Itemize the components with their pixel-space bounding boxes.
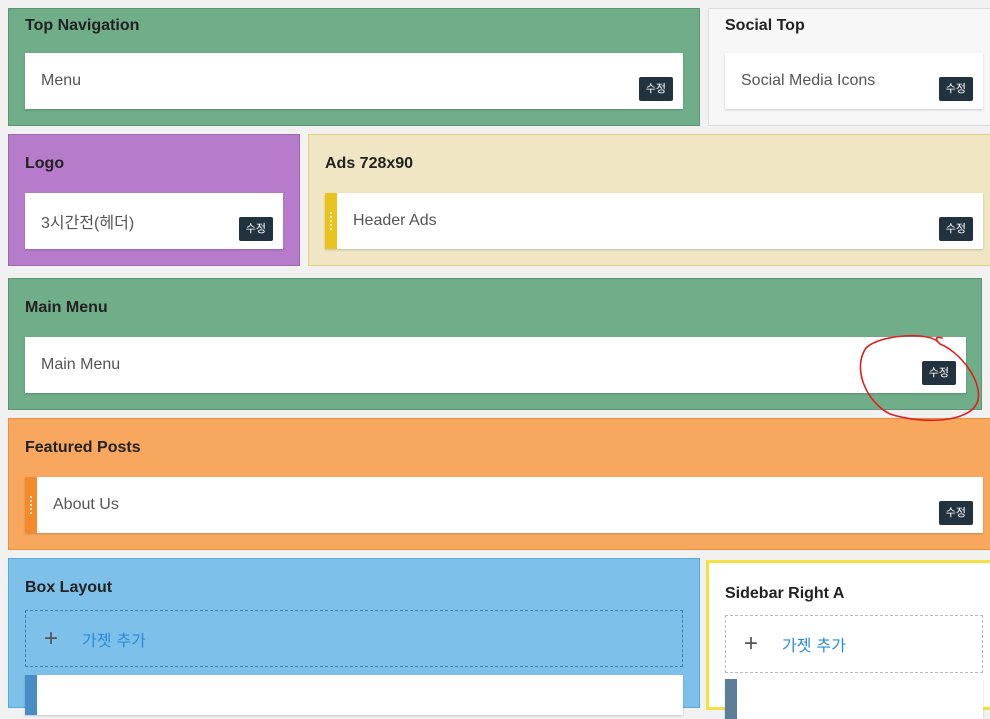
widget-logo-header[interactable]: 3시간전(헤더) 수정 [25, 193, 283, 249]
widget-partial[interactable] [725, 679, 983, 719]
section-title: Box Layout [25, 579, 113, 596]
widget-about-us[interactable]: About Us 수정 [25, 477, 983, 533]
section-title: Logo [25, 155, 65, 172]
edit-button[interactable]: 수정 [938, 217, 973, 241]
section-box-layout: Box Layout + 가젯 추가 [8, 558, 700, 715]
edit-button[interactable]: 수정 [238, 217, 273, 241]
section-top-navigation: Top Navigation Menu 수정 [8, 8, 700, 126]
section-title: Sidebar Right A [725, 585, 845, 602]
section-main-menu: Main Menu Main Menu 수정 [8, 278, 982, 410]
section-featured-posts: Featured Posts About Us 수정 [8, 418, 990, 550]
drag-handle-icon[interactable] [325, 193, 337, 249]
widget-label: Menu [41, 72, 82, 89]
widget-label: Main Menu [41, 356, 121, 373]
widget-label: Header Ads [353, 212, 437, 229]
plus-icon: + [744, 630, 759, 657]
section-ads-728x90: Ads 728x90 Header Ads 수정 [308, 134, 990, 266]
widget-label: 3시간전(헤더) [41, 215, 135, 232]
drag-handle-icon[interactable] [725, 679, 737, 719]
edit-button[interactable]: 수정 [638, 77, 673, 101]
drag-handle-icon[interactable] [25, 675, 37, 715]
widget-label: Social Media Icons [741, 72, 876, 89]
section-title: Ads 728x90 [325, 155, 414, 172]
add-widget-button[interactable]: + 가젯 추가 [25, 610, 683, 667]
section-title: Featured Posts [25, 439, 141, 456]
section-title: Top Navigation [25, 17, 140, 34]
widget-menu[interactable]: Menu 수정 [25, 53, 683, 109]
widget-header-ads[interactable]: Header Ads 수정 [325, 193, 983, 249]
edit-button[interactable]: 수정 [938, 501, 973, 525]
section-logo: Logo 3시간전(헤더) 수정 [8, 134, 300, 266]
widget-label: About Us [53, 496, 119, 513]
plus-icon: + [44, 624, 59, 652]
section-title: Social Top [725, 17, 805, 34]
add-widget-label: 가젯 추가 [82, 630, 146, 650]
widget-partial[interactable] [25, 675, 683, 715]
section-sidebar-right-a: Sidebar Right A + 가젯 추가 [706, 560, 990, 719]
section-title: Main Menu [25, 299, 108, 316]
drag-handle-icon[interactable] [25, 477, 37, 533]
edit-button[interactable]: 수정 [921, 361, 956, 385]
edit-button[interactable]: 수정 [938, 77, 973, 101]
section-social-top: Social Top Social Media Icons 수정 [708, 8, 990, 126]
add-widget-button[interactable]: + 가젯 추가 [725, 615, 983, 673]
add-widget-label: 가젯 추가 [782, 636, 846, 655]
widget-main-menu[interactable]: Main Menu 수정 [25, 337, 966, 393]
widget-social-media-icons[interactable]: Social Media Icons 수정 [725, 53, 983, 109]
